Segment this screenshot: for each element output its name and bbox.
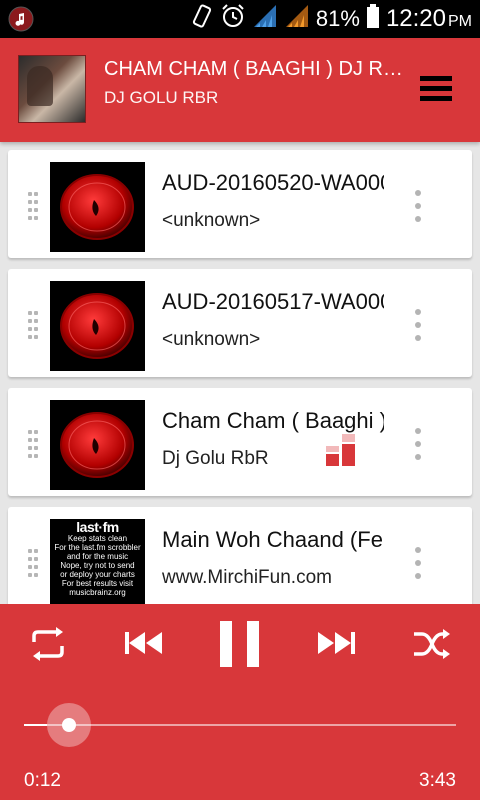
lastfm-album-art: last·fm Keep stats clean For the last.fm…	[50, 519, 145, 604]
default-album-art	[50, 281, 145, 371]
drag-handle-icon[interactable]	[28, 549, 40, 577]
pause-button[interactable]	[218, 620, 262, 673]
default-album-art	[50, 400, 145, 490]
signal-icon	[252, 3, 278, 35]
alarm-icon	[220, 3, 246, 35]
list-item[interactable]: last·fm Keep stats clean For the last.fm…	[8, 507, 472, 604]
drag-handle-icon[interactable]	[28, 311, 40, 339]
repeat-icon[interactable]	[28, 626, 68, 667]
song-title: AUD-20160517-WA0001	[162, 289, 384, 314]
song-artist: <unknown>	[162, 210, 261, 231]
clock-ampm: PM	[448, 13, 472, 30]
now-playing-header[interactable]: CHAM CHAM ( BAAGHI ) DJ REMIX DJ GOLU RB…	[0, 38, 480, 142]
now-playing-equalizer-icon	[326, 434, 358, 466]
signal-icon-2	[284, 3, 310, 35]
seek-bar-thumb[interactable]	[47, 703, 91, 747]
default-album-art	[50, 162, 145, 252]
seek-bar-progress	[24, 724, 47, 726]
elapsed-time: 0:12	[24, 770, 61, 791]
music-app-icon	[8, 6, 34, 32]
now-playing-artist: DJ GOLU RBR	[104, 88, 219, 107]
battery-icon	[366, 3, 380, 35]
shuffle-icon[interactable]	[412, 628, 452, 665]
song-artist: Dj Golu RbR	[162, 448, 269, 469]
more-options-icon[interactable]	[410, 547, 426, 579]
song-title: AUD-20160520-WA0001	[162, 170, 384, 195]
seek-bar-track[interactable]	[46, 724, 456, 726]
now-playing-title: CHAM CHAM ( BAAGHI ) DJ REMIX	[104, 58, 412, 80]
song-title: Main Woh Chaand (Fe	[162, 527, 383, 552]
album-art	[18, 55, 86, 123]
total-duration: 3:43	[419, 770, 456, 791]
player-controls: 0:12 3:43	[0, 604, 480, 800]
list-item[interactable]: Cham Cham ( Baaghi ) Dj Golu RbR	[8, 388, 472, 496]
clock: 12:20	[385, 5, 446, 32]
more-options-icon[interactable]	[410, 309, 426, 341]
previous-track-icon[interactable]	[124, 628, 164, 663]
status-bar: 81% 12:20 PM	[0, 0, 480, 38]
list-item[interactable]: AUD-20160517-WA0001 <unknown>	[8, 269, 472, 377]
queue-list[interactable]: AUD-20160520-WA0001 <unknown> AUD-201605…	[0, 142, 480, 604]
next-track-icon[interactable]	[316, 628, 356, 663]
battery-percent: 81%	[315, 6, 360, 31]
more-options-icon[interactable]	[410, 190, 426, 222]
drag-handle-icon[interactable]	[28, 430, 40, 458]
vibrate-icon	[190, 3, 214, 35]
list-item[interactable]: AUD-20160520-WA0001 <unknown>	[8, 150, 472, 258]
song-title: Cham Cham ( Baaghi )	[162, 408, 384, 433]
drag-handle-icon[interactable]	[28, 192, 40, 220]
more-options-icon[interactable]	[410, 428, 426, 460]
song-artist: <unknown>	[162, 329, 261, 350]
queue-menu-icon[interactable]	[420, 76, 452, 106]
song-artist: www.MirchiFun.com	[162, 567, 332, 588]
